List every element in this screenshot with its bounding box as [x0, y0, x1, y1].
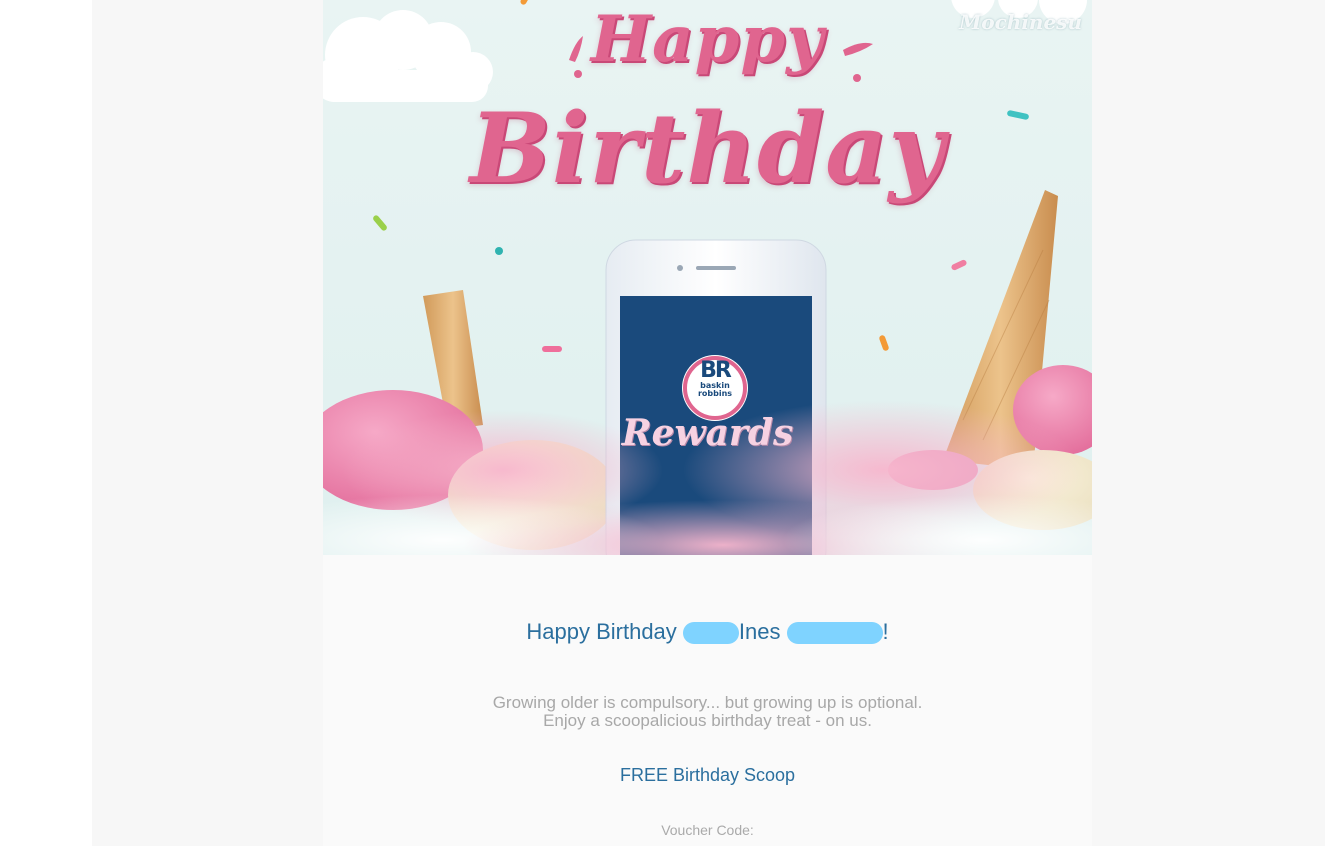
offer-title: FREE Birthday Scoop	[619, 765, 796, 785]
tagline: Growing older is compulsory... but growi…	[323, 694, 1092, 730]
br-wordmark-2: robbins	[697, 389, 733, 398]
hero-banner: Mochinesu Happy Birthday BR baskin robbi…	[323, 0, 1092, 555]
hero-illustration	[323, 0, 1092, 555]
greeting-name: Ines	[738, 619, 781, 644]
email-body: Mochinesu Happy Birthday BR baskin robbi…	[323, 0, 1092, 846]
tagline-line-1: Growing older is compulsory... but growi…	[492, 693, 923, 712]
greeting-prefix: Happy Birthday	[526, 619, 683, 644]
greeting-suffix: !	[882, 619, 889, 644]
tagline-line-2: Enjoy a scoopalicious birthday treat - o…	[543, 711, 872, 730]
headline-happy: Happy	[590, 2, 825, 77]
redacted-last	[786, 622, 883, 645]
redacted-first	[682, 622, 739, 645]
rewards-title: Rewards	[621, 412, 794, 454]
br-logo-text: BR baskin robbins	[682, 360, 748, 398]
headline-birthday: Birthday	[469, 92, 946, 205]
br-monogram: BR	[700, 358, 732, 383]
voucher-label: Voucher Code:	[661, 822, 754, 838]
greeting-line: Happy Birthday Ines!	[323, 619, 1092, 645]
